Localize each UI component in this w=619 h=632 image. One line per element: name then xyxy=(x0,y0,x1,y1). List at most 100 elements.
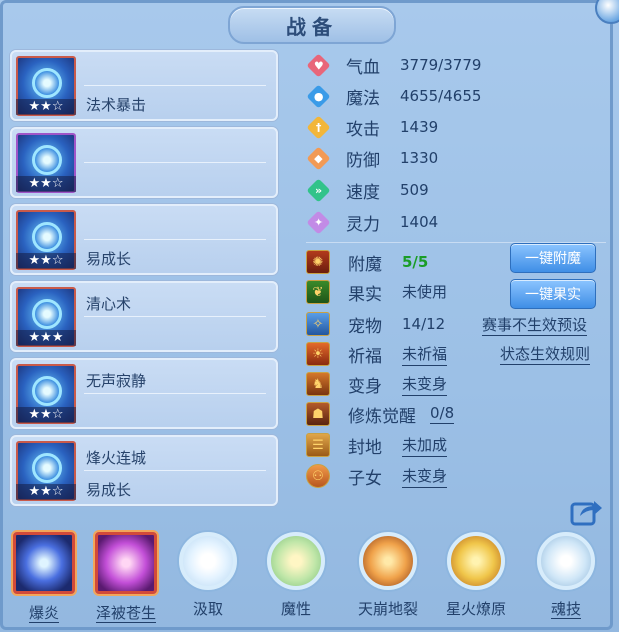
info-row-enchant: ✺ 附魔 5/5 xyxy=(306,247,428,277)
attribute-value: 509 xyxy=(400,181,429,199)
info-label: 果实 xyxy=(348,284,382,305)
info-label: 变身 xyxy=(348,376,382,397)
info-row-transform[interactable]: ♞ 变身 未变身 xyxy=(306,369,448,399)
attribute-value: 3779/3779 xyxy=(400,56,482,74)
divider xyxy=(84,85,266,86)
territory-icon: ☰ xyxy=(306,433,330,457)
star-rating: ★★☆ xyxy=(16,484,76,500)
one-click-fruit-button[interactable]: 一键果实 xyxy=(510,279,596,309)
sword-icon: † xyxy=(305,114,331,140)
attribute-row-speed: » 速度 509 xyxy=(305,175,429,205)
children-icon: ⚇ xyxy=(306,464,330,488)
info-row-blessing[interactable]: ☀ 祈福 未祈福 xyxy=(306,339,448,369)
skill-label: 爆炎 xyxy=(28,604,59,623)
info-value: 未使用 xyxy=(402,283,448,301)
fruit-icon: ❦ xyxy=(306,280,330,304)
skill-slot[interactable]: 星火燎原 xyxy=(438,532,514,619)
skill-soul-icon xyxy=(537,532,595,590)
attribute-row-mp: ● 魔法 4655/4655 xyxy=(305,81,481,111)
skill-blessing-hand-icon xyxy=(95,532,157,594)
spirit-icon: ✦ xyxy=(305,209,331,235)
attribute-value: 1330 xyxy=(400,149,439,167)
skill-label: 星火燎原 xyxy=(445,600,506,618)
info-value[interactable]: 未变身 xyxy=(402,465,448,488)
card-line2: 法术暴击 xyxy=(86,96,147,114)
cultivation-icon: ☗ xyxy=(306,402,330,426)
attribute-value: 1439 xyxy=(400,118,439,136)
attribute-row-spirit: ✦ 灵力 1404 xyxy=(305,207,438,237)
equipment-card[interactable]: ★★☆ 易成长 xyxy=(10,204,278,275)
skill-slot[interactable]: 泽被苍生 xyxy=(88,532,164,623)
skill-label: 魔性 xyxy=(280,600,311,618)
close-icon[interactable] xyxy=(595,0,619,24)
skill-absorb-icon xyxy=(179,532,237,590)
skill-slot[interactable]: 魔性 xyxy=(258,532,334,619)
star-rating: ★★☆ xyxy=(16,176,76,192)
equipment-card[interactable]: ★★☆ xyxy=(10,127,278,198)
shield-icon: ◆ xyxy=(305,145,331,171)
card-line2: 易成长 xyxy=(86,250,132,268)
equipment-card[interactable]: ★★☆ 烽火连城 易成长 xyxy=(10,435,278,506)
skill-bar: 爆炎 泽被苍生 汲取 魔性 天崩地裂 星火燎原 魂技 xyxy=(0,532,619,632)
info-label: 封地 xyxy=(348,437,382,458)
skill-slot[interactable]: 汲取 xyxy=(170,532,246,619)
info-value: 5/5 xyxy=(402,252,429,271)
attribute-label: 攻击 xyxy=(346,119,380,140)
skill-wildfire-icon xyxy=(447,532,505,590)
one-click-enchant-button[interactable]: 一键附魔 xyxy=(510,243,596,273)
info-row-cultivation[interactable]: ☗ 修炼觉醒 0/8 xyxy=(306,399,455,429)
skill-slot[interactable]: 爆炎 xyxy=(6,532,82,623)
attribute-label: 气血 xyxy=(346,57,380,78)
attribute-row-hp: ♥ 气血 3779/3779 xyxy=(305,50,482,80)
attribute-label: 速度 xyxy=(346,182,380,203)
info-label: 附魔 xyxy=(348,254,382,275)
equipment-card-list: ★★☆ 法术暴击 ★★☆ ★★☆ 易成长 ★★★ 清心术 ★★☆ 无声寂静 ★★… xyxy=(10,50,278,512)
divider xyxy=(84,162,266,163)
attribute-label: 防御 xyxy=(346,150,380,171)
card-line1: 无声寂静 xyxy=(86,372,147,390)
skill-slot[interactable]: 天崩地裂 xyxy=(350,532,426,619)
blessing-icon: ☀ xyxy=(306,342,330,366)
attribute-label: 魔法 xyxy=(346,88,380,109)
divider xyxy=(84,239,266,240)
skill-label: 天崩地裂 xyxy=(357,600,418,618)
info-value: 14/12 xyxy=(402,314,446,333)
skill-slot[interactable]: 魂技 xyxy=(528,532,604,619)
info-value[interactable]: 0/8 xyxy=(430,404,455,424)
info-value[interactable]: 未加成 xyxy=(402,434,448,457)
star-rating: ★★☆ xyxy=(16,253,76,269)
equipment-card[interactable]: ★★☆ 法术暴击 xyxy=(10,50,278,121)
pet-icon: ✧ xyxy=(306,312,330,336)
info-label: 子女 xyxy=(348,468,382,489)
skill-burst-icon xyxy=(13,532,75,594)
attribute-row-attack: † 攻击 1439 xyxy=(305,112,439,142)
divider xyxy=(84,470,266,471)
info-label: 宠物 xyxy=(348,316,382,337)
info-row-territory[interactable]: ☰ 封地 未加成 xyxy=(306,430,448,460)
mana-icon: ● xyxy=(305,83,331,109)
speed-icon: » xyxy=(305,177,331,203)
enchant-icon: ✺ xyxy=(306,250,330,274)
divider xyxy=(84,393,266,394)
info-label: 修炼觉醒 xyxy=(348,406,416,427)
info-value[interactable]: 未变身 xyxy=(402,373,448,396)
share-icon[interactable] xyxy=(570,496,604,526)
attribute-label: 灵力 xyxy=(346,214,380,235)
skill-label: 泽被苍生 xyxy=(95,604,156,623)
event-preset-link[interactable]: 赛事不生效预设 xyxy=(482,314,588,336)
attribute-row-defense: ◆ 防御 1330 xyxy=(305,143,439,173)
info-label: 祈福 xyxy=(348,346,382,367)
transform-icon: ♞ xyxy=(306,372,330,396)
info-value[interactable]: 未祈福 xyxy=(402,343,448,366)
card-line2: 易成长 xyxy=(86,481,132,499)
card-line1: 烽火连城 xyxy=(86,449,147,467)
info-row-fruit: ❦ 果实 未使用 xyxy=(306,277,447,307)
equipment-card[interactable]: ★★☆ 无声寂静 xyxy=(10,358,278,429)
status-rules-link[interactable]: 状态生效规则 xyxy=(500,343,591,365)
equipment-card[interactable]: ★★★ 清心术 xyxy=(10,281,278,352)
info-row-children[interactable]: ⚇ 子女 未变身 xyxy=(306,461,448,491)
info-row-pet[interactable]: ✧ 宠物 14/12 xyxy=(306,309,445,339)
heart-icon: ♥ xyxy=(305,52,331,78)
skill-demonic-icon xyxy=(267,532,325,590)
skill-earthquake-icon xyxy=(359,532,417,590)
